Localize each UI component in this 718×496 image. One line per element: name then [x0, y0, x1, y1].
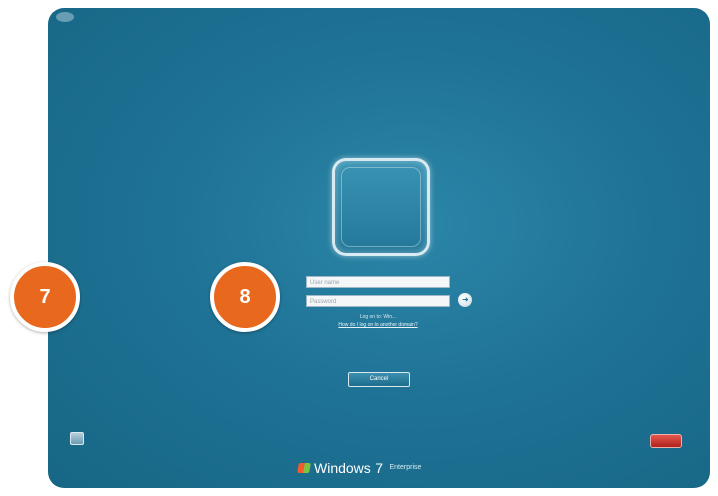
product-name: Windows	[314, 459, 371, 476]
callout-badge-8: 8	[210, 262, 280, 332]
windows-flag-icon	[297, 462, 311, 473]
password-field[interactable]: Password	[306, 295, 450, 307]
arrow-right-icon: ➜	[462, 295, 469, 304]
user-tile-frame	[341, 167, 421, 247]
ease-of-access-icon[interactable]	[70, 432, 84, 445]
top-left-icon	[56, 12, 74, 22]
go-arrow-button[interactable]: ➜	[458, 293, 472, 307]
product-edition: Enterprise	[389, 464, 422, 472]
cancel-button[interactable]: Cancel	[348, 372, 410, 387]
logon-to-text: Log on to: Win...	[359, 314, 397, 320]
windows-branding: Windows 7 Enterprise	[297, 459, 422, 477]
logon-screen: User name Password ➜ Log on to: Win... H…	[48, 8, 710, 488]
username-field[interactable]: User name	[306, 276, 450, 288]
user-tile	[332, 158, 430, 256]
callout-badge-7: 7	[10, 262, 80, 332]
shutdown-button[interactable]	[650, 434, 682, 448]
how-to-logon-link[interactable]: How do I log on to another domain?	[298, 322, 458, 328]
product-version: 7	[375, 459, 384, 476]
